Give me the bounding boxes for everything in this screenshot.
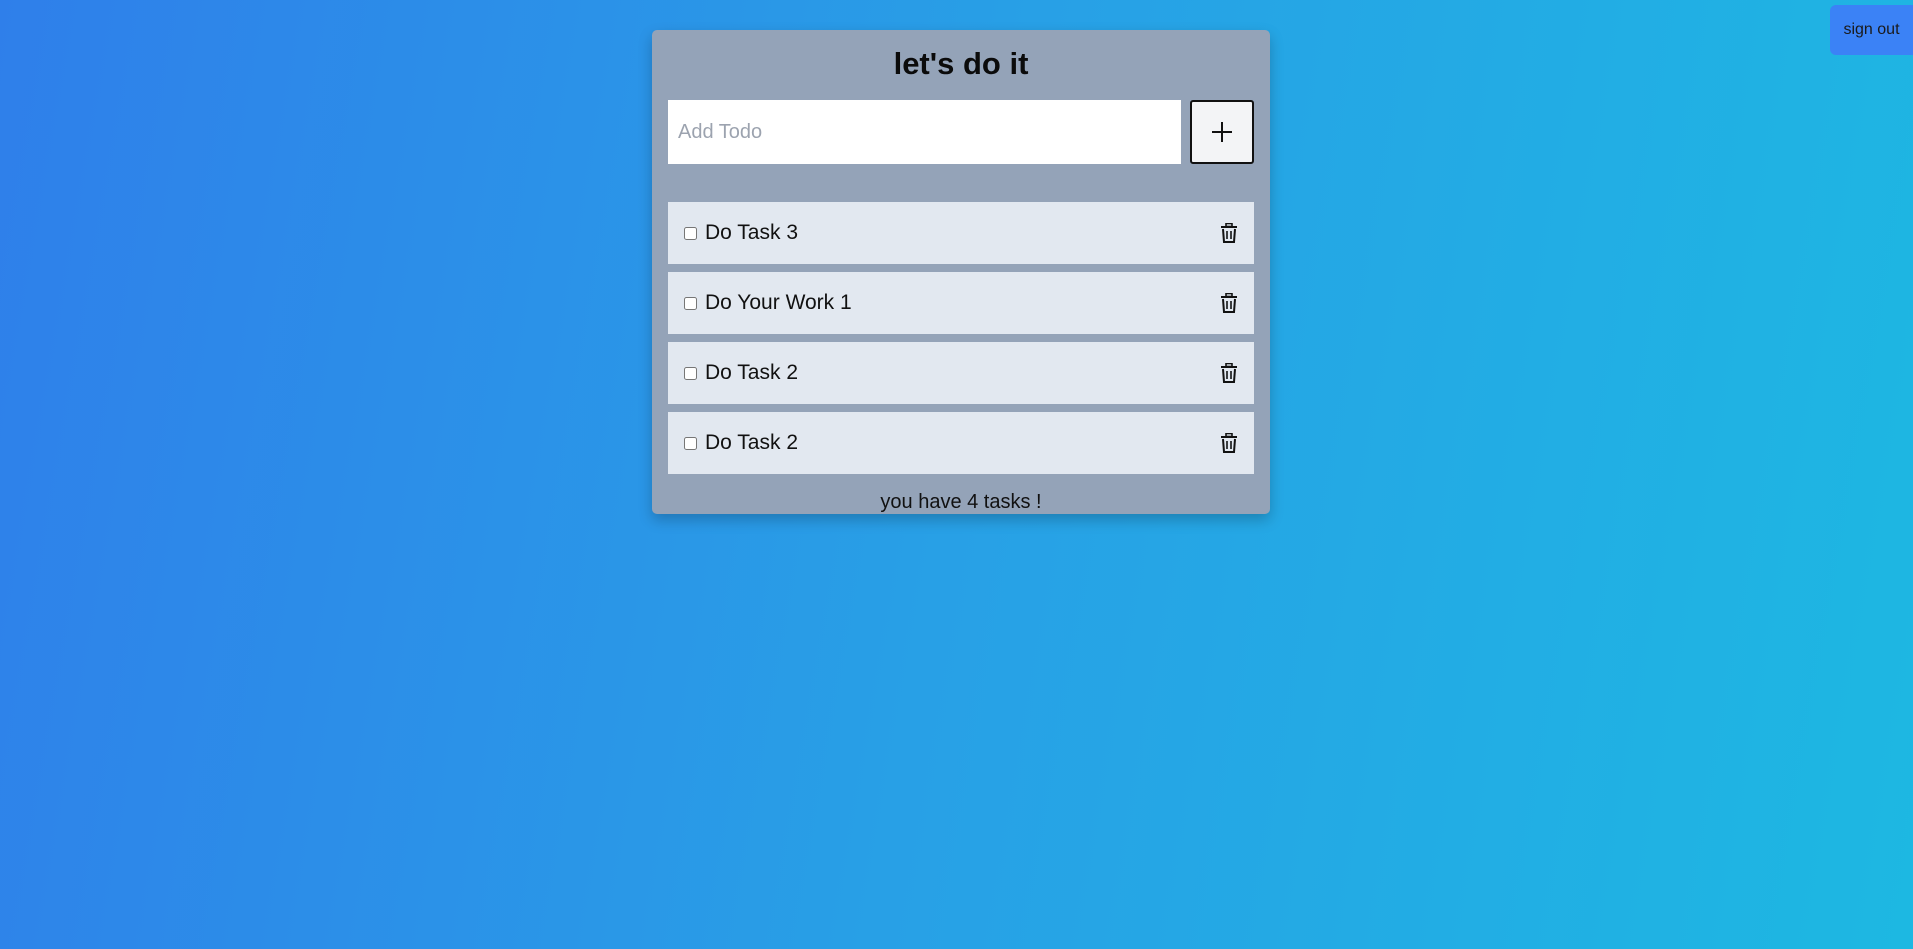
trash-icon xyxy=(1221,293,1237,313)
todo-label: Do Your Work 1 xyxy=(705,291,852,314)
task-count: you have 4 tasks ! xyxy=(880,491,1042,513)
todo-item: Do Task 3 xyxy=(668,202,1254,264)
todo-checkbox[interactable] xyxy=(684,296,697,310)
delete-todo-button[interactable] xyxy=(1218,292,1240,314)
delete-todo-button[interactable] xyxy=(1218,222,1240,244)
todo-checkbox[interactable] xyxy=(684,226,697,240)
todo-label: Do Task 2 xyxy=(705,361,798,384)
plus-icon xyxy=(1212,122,1232,142)
todo-item: Do Task 2 xyxy=(668,342,1254,404)
todo-label: Do Task 3 xyxy=(705,221,798,244)
todo-list: Do Task 3 Do Your Work 1 Do Task 2 Do Ta… xyxy=(668,202,1254,482)
add-todo-input[interactable] xyxy=(668,100,1181,164)
todo-checkbox[interactable] xyxy=(684,436,697,450)
sign-out-button[interactable]: sign out xyxy=(1830,5,1913,55)
trash-icon xyxy=(1221,363,1237,383)
todo-label: Do Task 2 xyxy=(705,431,798,454)
app-title: let's do it xyxy=(893,46,1029,81)
todo-checkbox[interactable] xyxy=(684,366,697,380)
delete-todo-button[interactable] xyxy=(1218,432,1240,454)
add-todo-button[interactable] xyxy=(1190,100,1254,164)
trash-icon xyxy=(1221,433,1237,453)
trash-icon xyxy=(1221,223,1237,243)
todo-item: Do Your Work 1 xyxy=(668,272,1254,334)
add-todo-row xyxy=(668,100,1254,164)
todo-item: Do Task 2 xyxy=(668,412,1254,474)
delete-todo-button[interactable] xyxy=(1218,362,1240,384)
todo-card: let's do it Do Task 3 xyxy=(652,30,1270,514)
